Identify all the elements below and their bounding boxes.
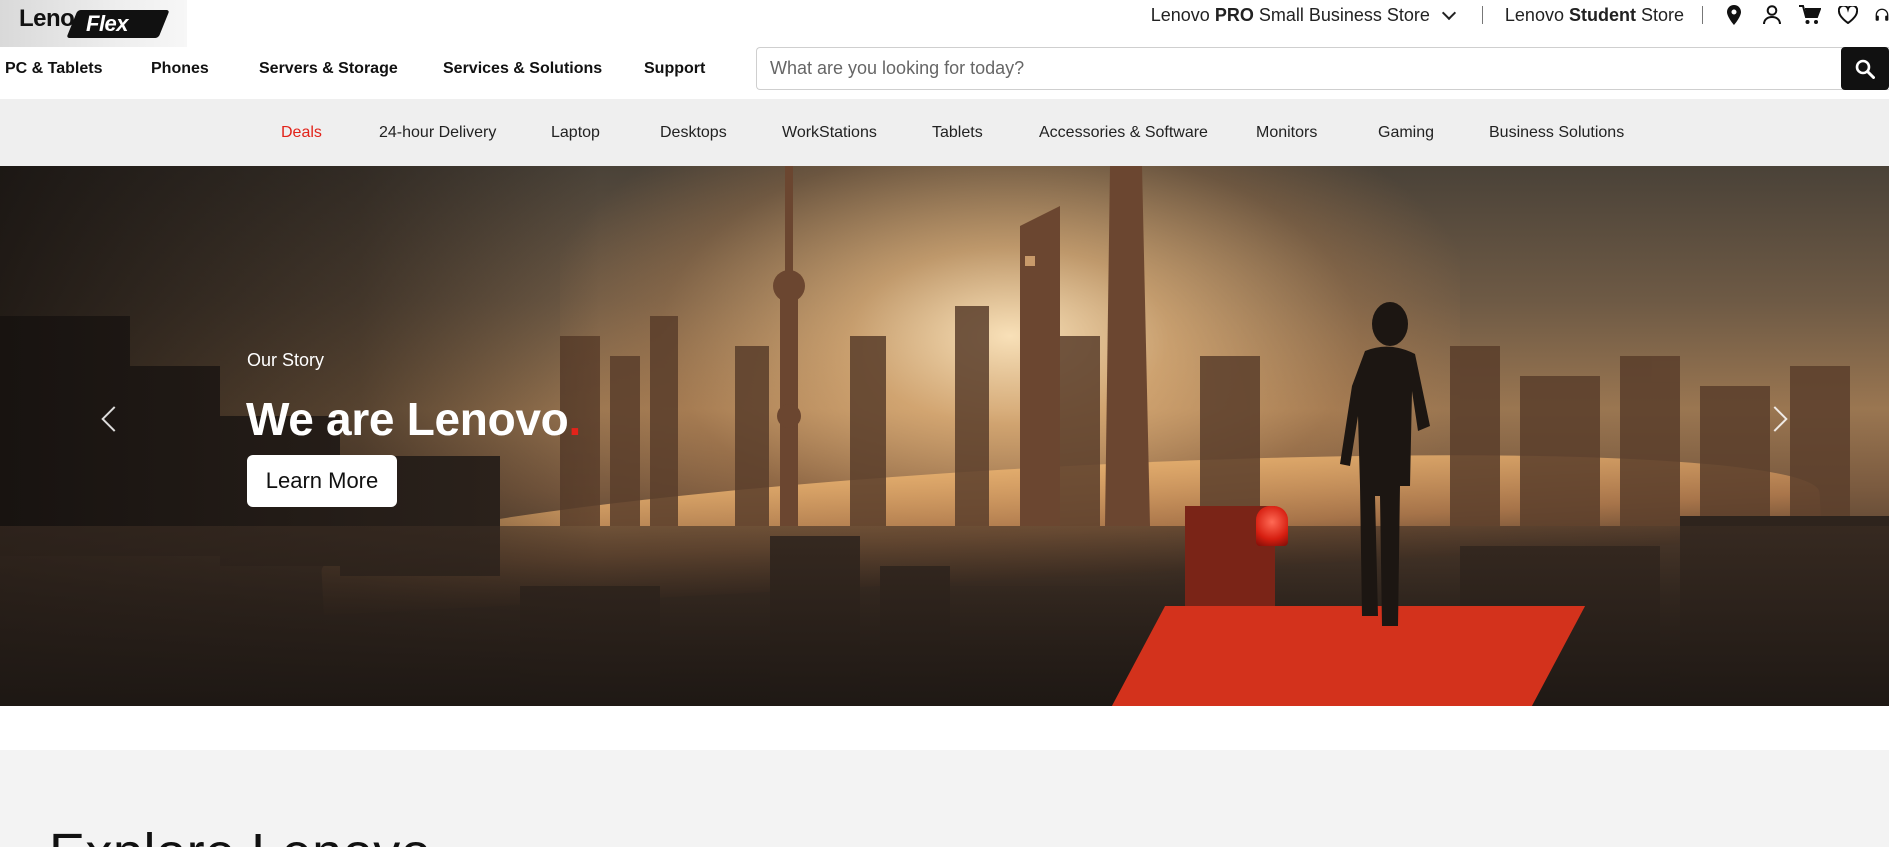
category-laptop[interactable]: Laptop: [551, 124, 600, 142]
pro-store-dropdown[interactable]: Lenovo PRO Small Business Store: [1150, 4, 1456, 26]
category-monitors[interactable]: Monitors: [1256, 124, 1317, 142]
cart-icon[interactable]: [1799, 4, 1821, 26]
category-workstations[interactable]: WorkStations: [782, 124, 877, 142]
student-store-bold: Student: [1568, 4, 1636, 25]
nav-item-pc-tablets[interactable]: PC & Tablets: [5, 60, 103, 78]
top-utility-bar: Leno Flex Lenovo PRO Small Business Stor…: [0, 0, 1889, 47]
location-icon[interactable]: [1723, 4, 1745, 26]
hero-person-silhouette: [1340, 302, 1430, 626]
hero-foreground-city: [0, 526, 1889, 706]
category-gaming[interactable]: Gaming: [1378, 124, 1434, 142]
logo-text-flex: Flex: [86, 11, 129, 36]
learn-more-button[interactable]: Learn More: [247, 455, 397, 507]
hero-headline-text: We are Lenovo: [246, 393, 569, 445]
nav-item-phones[interactable]: Phones: [151, 60, 209, 78]
account-icon[interactable]: [1761, 4, 1783, 26]
category-tablets[interactable]: Tablets: [932, 124, 983, 142]
chevron-left-icon: [101, 406, 127, 432]
chevron-right-icon: [1762, 406, 1788, 432]
header-icons: [1723, 4, 1889, 26]
divider: [1481, 6, 1483, 24]
carousel-next-button[interactable]: [1759, 391, 1799, 447]
category-desktops[interactable]: Desktops: [660, 124, 727, 142]
logo-flex-badge: Flex: [66, 10, 170, 38]
category-deals[interactable]: Deals: [281, 124, 322, 142]
logo-text-leno: Leno: [19, 5, 75, 32]
student-store-prefix: Lenovo: [1504, 4, 1564, 25]
category-bar: Deals 24-hour Delivery Laptop Desktops W…: [0, 99, 1889, 166]
search-bar: [756, 47, 1889, 90]
explore-title: Explore Lenovo: [49, 822, 431, 847]
support-headset-icon[interactable]: [1875, 4, 1889, 26]
student-store-link[interactable]: Lenovo Student Store: [1505, 5, 1684, 26]
category-24-hour-delivery[interactable]: 24-hour Delivery: [379, 124, 496, 142]
nav-item-support[interactable]: Support: [644, 60, 705, 78]
beacon-light-icon: [1256, 506, 1288, 546]
pro-store-bold: PRO: [1214, 4, 1254, 25]
site-logo[interactable]: Leno Flex: [0, 0, 187, 47]
hero-headline-dot: .: [568, 393, 581, 445]
search-input[interactable]: [757, 48, 1837, 89]
chevron-down-icon: [1441, 5, 1456, 21]
category-business-solutions[interactable]: Business Solutions: [1489, 124, 1624, 142]
divider: [1702, 6, 1703, 24]
carousel-prev-button[interactable]: [90, 391, 130, 447]
search-icon: [1855, 59, 1875, 79]
student-store-suffix: Store: [1640, 4, 1684, 25]
category-accessories-software[interactable]: Accessories & Software: [1039, 124, 1208, 142]
section-spacer: [0, 706, 1889, 750]
hero-banner: Our Story We are Lenovo. Learn More: [0, 166, 1889, 706]
store-links: Lenovo PRO Small Business Store Lenovo S…: [1151, 0, 1889, 30]
hero-eyebrow: Our Story: [247, 350, 325, 370]
pro-store-prefix: Lenovo: [1150, 4, 1210, 25]
pro-store-suffix: Small Business Store: [1258, 4, 1430, 25]
search-button[interactable]: [1841, 47, 1889, 90]
hero-headline: We are Lenovo.: [246, 392, 581, 446]
explore-section: Explore Lenovo: [0, 750, 1889, 847]
wishlist-icon[interactable]: [1837, 4, 1859, 26]
nav-item-servers-storage[interactable]: Servers & Storage: [259, 60, 398, 78]
nav-item-services-solutions[interactable]: Services & Solutions: [443, 60, 602, 78]
